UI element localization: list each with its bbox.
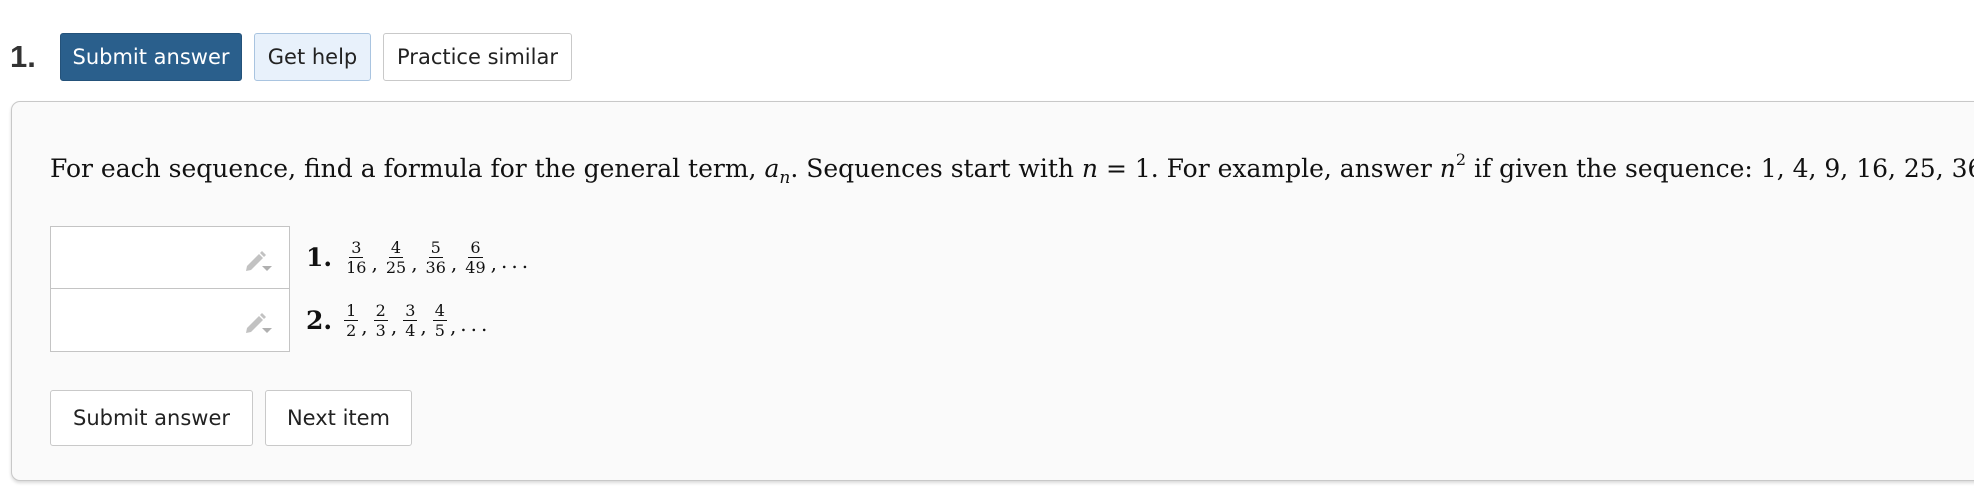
card-footer: Submit answer Next item [50,390,412,446]
answer-row-2: 2. 12, 23, 34, 45, ... [50,288,532,352]
sequence-term: 5 36 [424,238,448,277]
term-numerator: 1 [344,301,359,321]
term-numerator: 6 [468,238,483,258]
sequence-label: 2. [306,306,333,335]
sequence-term: 23 [373,301,388,340]
prompt-math-exponent: 2 [1455,150,1467,169]
term-numerator: 5 [428,238,443,258]
answer-input-1[interactable] [50,225,290,290]
term-numerator: 4 [388,238,404,258]
sequence-1: 1. 3 16, 4 25, 5 36, 6 49, ... [306,238,532,277]
prompt-math-subscript: n [779,168,791,188]
question-prompt: For each sequence, find a formula for th… [50,140,1974,198]
question-toolbar: 1. Submit answer Get help Practice simil… [10,33,572,81]
prompt-text: For each sequence, find a formula for th… [50,154,765,183]
comma: , [490,251,497,275]
sequence-2: 2. 12, 23, 34, 45, ... [306,301,491,340]
pencil-dropdown-icon[interactable] [243,309,273,335]
sequence-term: 6 49 [463,238,487,277]
term-denominator: 49 [465,258,486,277]
question-number: 1. [10,39,36,74]
comma: , [361,314,368,338]
get-help-button[interactable]: Get help [254,33,371,81]
prompt-text: if given the sequence: 1, 4, 9, 16, 25, … [1473,154,1974,183]
answer-input-2[interactable] [50,288,290,352]
prompt-text: . Sequences start with [790,154,1082,183]
term-numerator: 4 [432,301,447,321]
question-card: For each sequence, find a formula for th… [11,101,1974,481]
answer-rows: 1. 3 16, 4 25, 5 36, 6 49, ... 2. 1 2 , … [50,225,532,352]
term-denominator: 4 [405,321,416,340]
sequence-ellipsis: ... [500,249,533,273]
term-denominator: 2 [346,321,357,340]
prompt-text: = 1. For example, answer [1098,154,1440,183]
answer-row-1: 1. 3 16, 4 25, 5 36, 6 49, ... [50,225,532,290]
prompt-math-n: n [1081,154,1099,183]
term-denominator: 25 [385,258,407,277]
term-numerator: 3 [403,301,418,321]
sequence-ellipsis: ... [460,312,492,336]
practice-similar-button[interactable]: Practice similar [383,33,572,81]
term-denominator: 3 [375,321,386,340]
sequence-term: 12 [344,301,359,340]
sequence-term: 45 [432,301,447,340]
next-item-button[interactable]: Next item [265,390,412,446]
question-page: 1. Submit answer Get help Practice simil… [0,0,1974,494]
term-numerator: 2 [373,301,388,321]
term-numerator: 3 [349,238,364,258]
submit-answer-button-bottom[interactable]: Submit answer [50,390,253,446]
comma: , [411,251,418,275]
sequence-label: 1. [306,243,333,272]
comma: , [449,314,457,338]
sequence-term: 4 25 [384,238,408,277]
comma: , [390,314,398,338]
comma: , [450,251,458,275]
term-denominator: 16 [346,258,367,277]
sequence-term: 3 16 [344,238,368,277]
pencil-dropdown-icon[interactable] [243,247,273,273]
submit-answer-button[interactable]: Submit answer [60,33,242,81]
prompt-math-n-squared: n [1439,154,1456,183]
term-denominator: 36 [425,258,446,277]
prompt-math-a: a [764,154,780,183]
comma: , [371,251,378,275]
term-denominator: 5 [434,321,445,340]
sequence-term: 34 [403,301,418,340]
comma: , [420,314,427,338]
